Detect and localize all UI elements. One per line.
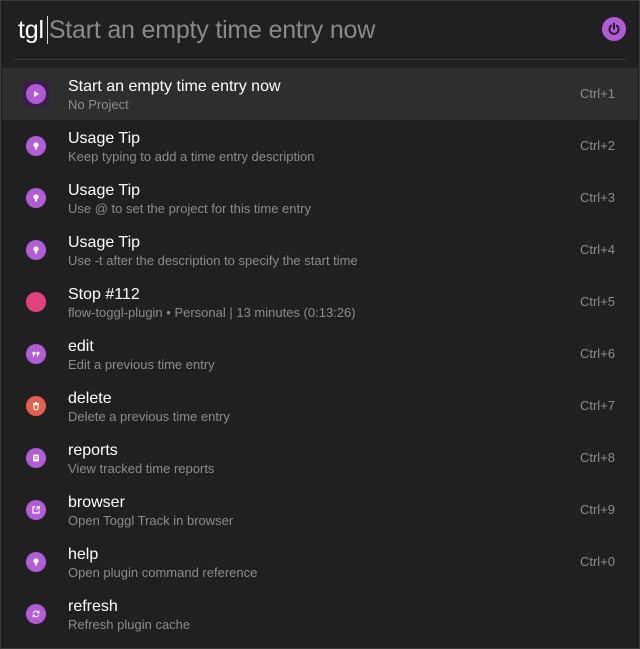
result-hotkey: Ctrl+4 (579, 242, 615, 257)
power-icon[interactable] (602, 17, 626, 41)
result-item-stop-entry[interactable]: Stop #112 flow-toggl-plugin • Personal |… (2, 276, 638, 328)
results-list: Start an empty time entry now No Project… (2, 68, 638, 640)
quote-icon (26, 344, 46, 364)
result-title: browser (68, 494, 125, 511)
launcher-window: tgl Start an empty time entry now Start … (0, 0, 640, 649)
result-title: Usage Tip (68, 234, 141, 251)
result-subtitle: No Project (68, 97, 129, 112)
play-icon (23, 81, 49, 107)
result-hotkey: Ctrl+8 (579, 450, 615, 465)
result-hotkey: Ctrl+5 (579, 294, 615, 309)
result-hotkey: Ctrl+9 (579, 502, 615, 517)
result-subtitle: Use @ to set the project for this time e… (68, 201, 311, 216)
result-item-help[interactable]: help Open plugin command reference Ctrl+… (2, 536, 638, 588)
result-hotkey: Ctrl+7 (579, 398, 615, 413)
tip-icon (26, 240, 46, 260)
tip-icon (26, 188, 46, 208)
text-caret (46, 16, 48, 44)
result-item-usage-tip[interactable]: Usage Tip Keep typing to add a time entr… (2, 120, 638, 172)
trash-icon (26, 396, 46, 416)
result-subtitle: Use -t after the description to specify … (68, 253, 358, 268)
result-hotkey: Ctrl+1 (579, 86, 615, 101)
result-title: refresh (68, 598, 118, 615)
result-subtitle: Refresh plugin cache (68, 617, 191, 632)
stop-dot-icon (26, 292, 46, 312)
result-title: reports (68, 442, 118, 459)
query-input[interactable]: tgl (18, 16, 44, 45)
result-item-edit[interactable]: edit Edit a previous time entry Ctrl+6 (2, 328, 638, 380)
result-item-usage-tip[interactable]: Usage Tip Use @ to set the project for t… (2, 172, 638, 224)
result-title: Stop #112 (68, 286, 140, 303)
result-item-start-entry[interactable]: Start an empty time entry now No Project… (2, 68, 638, 120)
result-subtitle: Open Toggl Track in browser (68, 513, 234, 528)
result-item-refresh[interactable]: refresh Refresh plugin cache (2, 588, 638, 640)
result-hotkey: Ctrl+2 (579, 138, 615, 153)
result-subtitle: View tracked time reports (68, 461, 215, 476)
result-subtitle: Edit a previous time entry (68, 357, 215, 372)
result-title: Usage Tip (68, 182, 141, 199)
result-item-browser[interactable]: browser Open Toggl Track in browser Ctrl… (2, 484, 638, 536)
report-icon (26, 448, 46, 468)
result-subtitle: Open plugin command reference (68, 565, 258, 580)
result-title: Usage Tip (68, 130, 141, 147)
result-hotkey: Ctrl+3 (579, 190, 615, 205)
result-item-usage-tip[interactable]: Usage Tip Use -t after the description t… (2, 224, 638, 276)
result-hotkey: Ctrl+6 (579, 346, 615, 361)
query-bar[interactable]: tgl Start an empty time entry now (14, 1, 626, 60)
tip-icon (26, 552, 46, 572)
result-title: delete (68, 390, 112, 407)
refresh-icon (26, 604, 46, 624)
result-item-delete[interactable]: delete Delete a previous time entry Ctrl… (2, 380, 638, 432)
result-title: edit (68, 338, 94, 355)
external-link-icon (26, 500, 46, 520)
tip-icon (26, 136, 46, 156)
result-title: help (68, 546, 99, 563)
result-subtitle: Keep typing to add a time entry descript… (68, 149, 315, 164)
result-subtitle: flow-toggl-plugin • Personal | 13 minute… (68, 305, 356, 320)
query-suggestion: Start an empty time entry now (48, 15, 376, 44)
result-hotkey: Ctrl+0 (579, 554, 615, 569)
result-item-reports[interactable]: reports View tracked time reports Ctrl+8 (2, 432, 638, 484)
result-title: Start an empty time entry now (68, 78, 281, 95)
result-subtitle: Delete a previous time entry (68, 409, 230, 424)
